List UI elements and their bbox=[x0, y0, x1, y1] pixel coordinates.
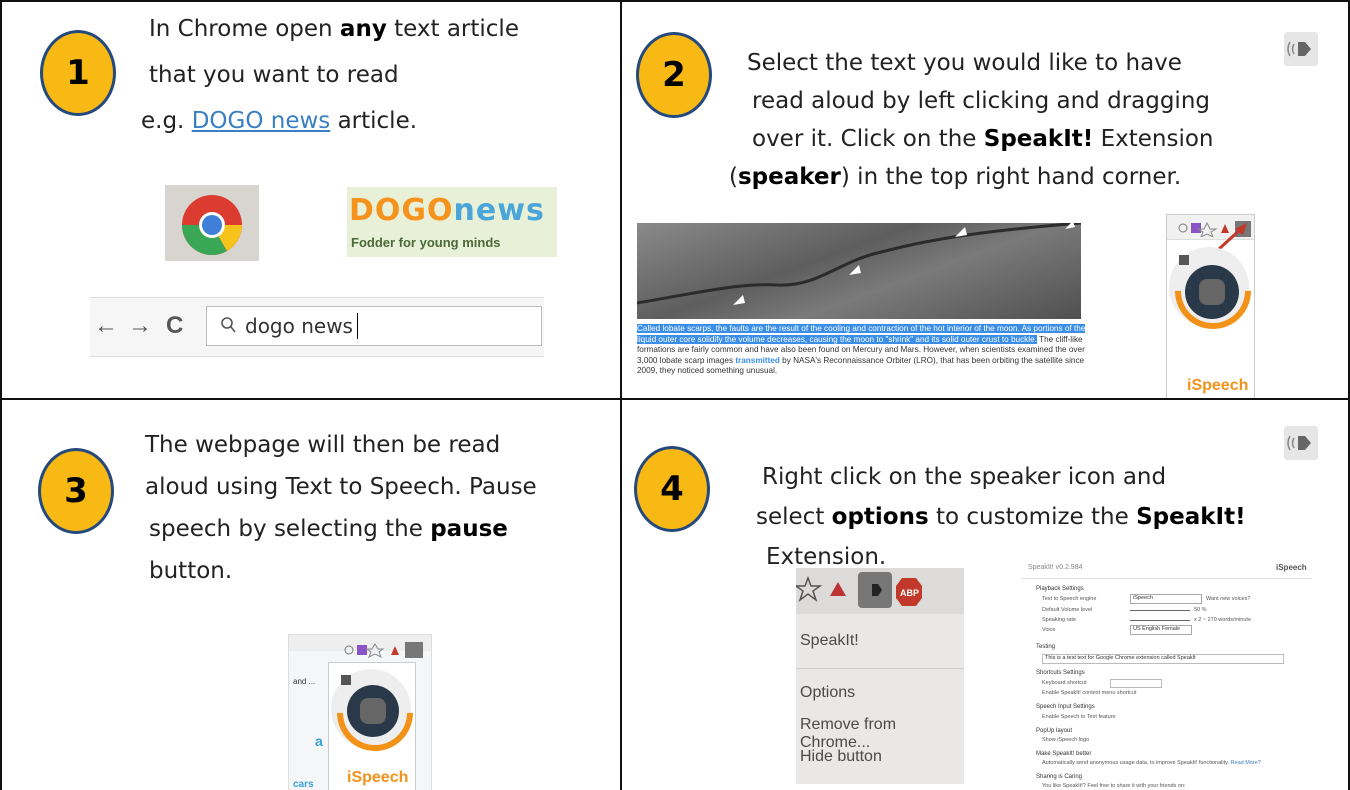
extension-icon bbox=[830, 582, 846, 596]
voice-select[interactable]: US English Female bbox=[1130, 625, 1192, 635]
settings-title: SpeakIt! v0.2.984 bbox=[1028, 564, 1083, 571]
selected-text: Called lobate scarps, the faults are the… bbox=[637, 324, 1086, 344]
svg-text:ABP: ABP bbox=[900, 588, 919, 598]
menu-item-options[interactable]: Options bbox=[800, 684, 855, 702]
step-1-badge: 1 bbox=[40, 30, 116, 116]
rate-slider[interactable] bbox=[1130, 620, 1190, 621]
speaker-icon[interactable] bbox=[1284, 32, 1318, 66]
menu-item-hide[interactable]: Hide button bbox=[800, 748, 882, 766]
step-4-panel: 4 Right click on the speaker icon and se… bbox=[620, 398, 1350, 790]
speakit-settings-page: SpeakIt! v0.2.984 iSpeech Playback Setti… bbox=[1022, 556, 1312, 790]
dogo-news-logo: DOGOnews Fodder for young minds bbox=[347, 187, 557, 257]
test-text-input[interactable]: This is a test text for Google Chrome ex… bbox=[1042, 654, 1284, 664]
ispeech-logo: iSpeech bbox=[1276, 563, 1307, 572]
step-2-badge: 2 bbox=[636, 32, 712, 118]
ispeech-logo: iSpeech bbox=[347, 769, 409, 786]
step-3-badge: 3 bbox=[38, 448, 114, 534]
step-4-badge: 4 bbox=[634, 446, 710, 532]
reload-icon[interactable]: C bbox=[166, 312, 183, 340]
chrome-logo-image bbox=[165, 185, 259, 261]
browser-address-bar: ← → C dogo news bbox=[90, 297, 544, 357]
forward-arrow-icon[interactable]: → bbox=[128, 312, 152, 340]
star-icon bbox=[793, 575, 823, 603]
ispeech-logo: iSpeech bbox=[1187, 377, 1249, 394]
step-2-panel: 2 Select the text you would like to have… bbox=[620, 0, 1350, 400]
omnibox-input[interactable]: dogo news bbox=[206, 306, 542, 346]
omnibox-value: dogo news bbox=[245, 314, 353, 338]
moon-surface-image bbox=[636, 221, 1082, 319]
step-1-panel: 1 In Chrome open any text article that y… bbox=[0, 0, 622, 400]
article-excerpt: Called lobate scarps, the faults are the… bbox=[637, 324, 1086, 375]
step-1-instructions: In Chrome open any text article that you… bbox=[141, 16, 519, 134]
speakit-popup-step3: iSpeech bbox=[328, 662, 416, 790]
menu-item-remove[interactable]: Remove from Chrome... bbox=[800, 716, 964, 752]
keyboard-shortcut-input[interactable] bbox=[1110, 679, 1162, 688]
menu-toolbar: ABP bbox=[793, 568, 964, 614]
speaker-icon[interactable] bbox=[1284, 426, 1318, 460]
step-3-panel: 3 The webpage will then be read aloud us… bbox=[0, 398, 622, 790]
step-3-instructions: The webpage will then be read aloud usin… bbox=[145, 432, 537, 584]
toolbar-icons bbox=[344, 642, 423, 659]
dogo-news-link[interactable]: DOGO news bbox=[192, 108, 331, 134]
text-cursor bbox=[357, 313, 358, 339]
volume-slider[interactable] bbox=[1130, 610, 1190, 611]
engine-select[interactable]: iSpeech bbox=[1130, 594, 1202, 604]
menu-item-speakit[interactable]: SpeakIt! bbox=[800, 632, 859, 650]
back-arrow-icon[interactable]: ← bbox=[94, 312, 118, 340]
step-2-instructions: Select the text you would like to have r… bbox=[729, 50, 1214, 190]
speakit-popup-step2: iSpeech bbox=[1166, 214, 1255, 398]
search-icon bbox=[221, 317, 236, 333]
instruction-grid: 1 In Chrome open any text article that y… bbox=[0, 0, 1350, 790]
chrome-logo-icon bbox=[181, 195, 243, 256]
context-menu-screenshot: ABP SpeakIt! Options Remove from Chrome.… bbox=[793, 568, 964, 784]
